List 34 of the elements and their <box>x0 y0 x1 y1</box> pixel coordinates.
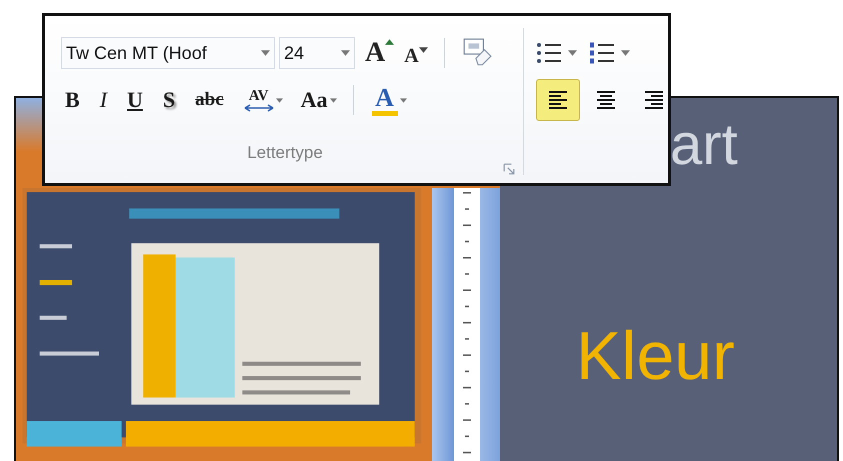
dropdown-arrow-icon <box>621 50 630 56</box>
strike-button[interactable]: abc <box>191 80 228 120</box>
slide-title: art <box>670 116 738 174</box>
dropdown-arrow-icon <box>341 50 350 56</box>
bullet-list-icon <box>536 42 562 64</box>
shrink-font-button[interactable]: A <box>404 44 428 68</box>
group-label: Lettertype <box>247 143 323 163</box>
numbered-list-icon <box>589 42 615 64</box>
align-left-icon <box>547 89 569 111</box>
dropdown-arrow-icon[interactable] <box>400 98 407 102</box>
bold-button[interactable]: B <box>61 80 84 120</box>
double-arrow-icon <box>244 104 274 112</box>
grow-font-button[interactable]: A <box>365 37 394 69</box>
dropdown-arrow-icon <box>261 50 270 56</box>
font-name-box[interactable]: Tw Cen MT (Hoof <box>61 37 275 69</box>
dropdown-arrow-icon[interactable] <box>276 98 283 102</box>
numbering-button[interactable] <box>589 42 630 64</box>
align-center-icon <box>595 89 617 111</box>
down-arrow-icon <box>418 46 428 52</box>
shadow-button[interactable]: S <box>158 80 180 120</box>
spacing-button[interactable]: AV <box>240 80 287 120</box>
align-left-button[interactable] <box>536 79 580 121</box>
align-right-icon <box>643 89 665 111</box>
slide-text: Kleur <box>576 322 735 390</box>
up-arrow-icon <box>385 39 394 45</box>
dropdown-arrow-icon[interactable] <box>330 98 337 102</box>
case-button[interactable]: Aa <box>296 80 341 120</box>
dropdown-arrow-icon <box>568 50 577 56</box>
italic-button[interactable]: I <box>96 80 112 120</box>
underline-button[interactable]: U <box>123 80 147 120</box>
bullets-button[interactable] <box>536 42 577 64</box>
font-size-box[interactable]: 24 <box>279 37 355 69</box>
color-button[interactable]: A <box>368 80 411 120</box>
dialog-launcher-icon[interactable] <box>503 163 516 175</box>
